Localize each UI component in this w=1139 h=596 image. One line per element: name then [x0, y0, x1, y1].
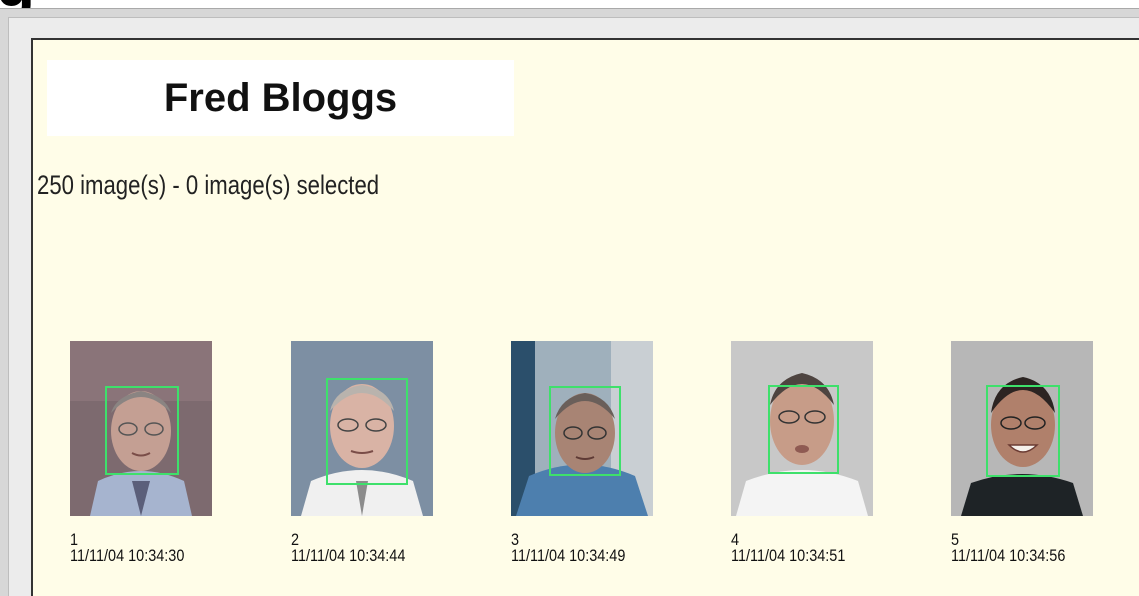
person-name-box: Fred Bloggs — [47, 60, 514, 136]
image-timestamp: 11/11/04 10:34:49 — [511, 546, 626, 565]
face-thumbnail-3[interactable] — [511, 341, 653, 516]
face-thumbnail-5[interactable] — [951, 341, 1093, 516]
gallery-panel: Fred Bloggs 250 image(s) - 0 image(s) se… — [31, 38, 1139, 596]
thumbnail-caption-4: 4 11/11/04 10:34:51 — [731, 531, 846, 565]
image-count-status: 250 image(s) - 0 image(s) selected — [37, 170, 380, 200]
thumbnail-caption-5: 5 11/11/04 10:34:56 — [951, 531, 1066, 565]
face-thumbnail-1[interactable] — [70, 341, 212, 516]
outer-frame: Fred Bloggs 250 image(s) - 0 image(s) se… — [8, 17, 1139, 596]
image-timestamp: 11/11/04 10:34:44 — [291, 546, 406, 565]
face-detection-box — [986, 385, 1060, 477]
thumbnail-caption-1: 1 11/11/04 10:34:30 — [70, 531, 185, 565]
face-detection-box — [105, 386, 179, 475]
thumbnail-caption-3: 3 11/11/04 10:34:49 — [511, 531, 626, 565]
face-detection-box — [326, 378, 408, 485]
face-detection-box — [768, 385, 839, 474]
thumbnail-caption-2: 2 11/11/04 10:34:44 — [291, 531, 406, 565]
image-timestamp: 11/11/04 10:34:56 — [951, 546, 1066, 565]
face-thumbnail-4[interactable] — [731, 341, 873, 516]
image-timestamp: 11/11/04 10:34:51 — [731, 546, 846, 565]
person-name: Fred Bloggs — [163, 75, 398, 120]
app-window: Fred Bloggs 250 image(s) - 0 image(s) se… — [0, 8, 1139, 596]
image-timestamp: 11/11/04 10:34:30 — [70, 546, 185, 565]
face-thumbnail-2[interactable] — [291, 341, 433, 516]
face-detection-box — [549, 386, 621, 476]
